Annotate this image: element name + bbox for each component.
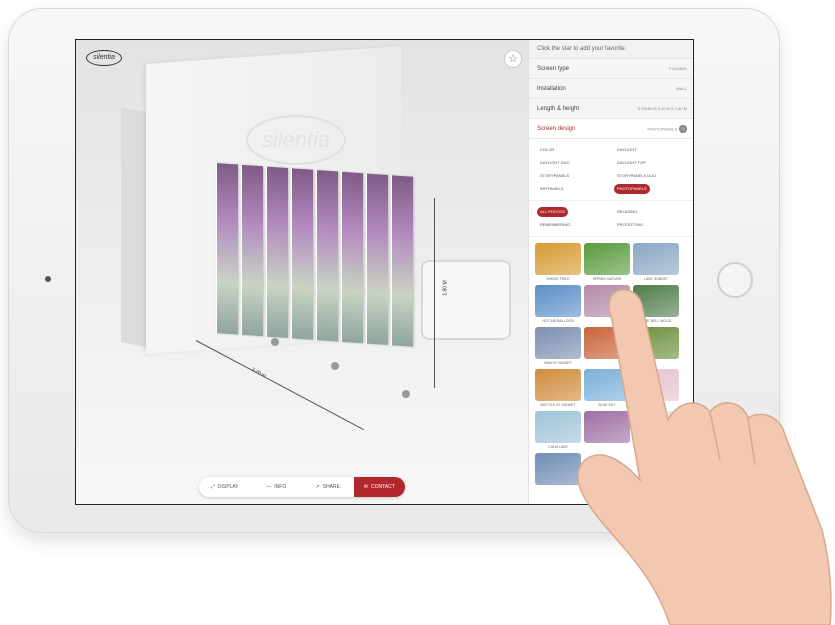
- share-icon: ↗: [315, 484, 320, 490]
- photo-thumbnail[interactable]: WHEAT FIELD: [535, 243, 581, 281]
- info-icon: —: [266, 484, 272, 490]
- expand-icon: ⤢: [210, 484, 215, 490]
- screen-panel: [241, 164, 263, 337]
- wall-logo: silentia: [246, 115, 346, 165]
- design-swatch-icon: [679, 124, 687, 133]
- design-option[interactable]: ARTPANELS: [537, 184, 610, 194]
- row-value: PHOTOPANELS: [647, 126, 677, 132]
- row-label: Screen design: [537, 125, 576, 132]
- filter-option-selected[interactable]: ALL PHOTOS: [537, 207, 568, 217]
- photo-image: [633, 243, 679, 275]
- screen-panel: [366, 173, 388, 346]
- contact-label: CONTACT: [370, 484, 395, 490]
- info-button[interactable]: — INFO: [251, 477, 303, 497]
- screen-panel: [391, 175, 413, 347]
- 3d-viewport[interactable]: silentia ☆ silentia 3.20 m 1.80 M ⤢ DISP…: [76, 40, 528, 504]
- wall-side: [121, 107, 149, 348]
- length-height-row[interactable]: Length & height 6 PANELS 3.20 M X 1.80 M: [529, 99, 693, 119]
- panel-foot: [331, 362, 339, 370]
- design-option[interactable]: STORYPANELS DUO: [614, 171, 687, 181]
- photo-image: [584, 243, 630, 275]
- row-value: 6 PANELS 3.20 M X 1.80 M: [637, 106, 687, 111]
- width-dimension-label: 3.20 m: [250, 366, 267, 380]
- panel-foot: [271, 338, 279, 346]
- design-option[interactable]: DAYLIGHT TOP: [614, 158, 687, 168]
- design-option[interactable]: COLOR: [537, 145, 610, 155]
- height-dimension-line: [434, 198, 435, 388]
- favorite-star-button[interactable]: ☆: [504, 50, 522, 68]
- display-label: DISPLAY: [217, 484, 239, 490]
- design-option[interactable]: DAYLIGHT DUO: [537, 158, 610, 168]
- panel-foot: [402, 390, 410, 398]
- photo-filters: ALL PHOTOS RELAXING REMEMBERING PROTECTI…: [529, 201, 693, 237]
- screen-panel: [216, 163, 238, 335]
- screen-panel: [316, 170, 338, 342]
- screen-panel: [291, 168, 313, 340]
- bottom-toolbar: ⤢ DISPLAY — INFO ↗ SHARE ✉ CONTACT: [199, 477, 405, 497]
- share-button[interactable]: ↗ SHARE: [302, 477, 354, 497]
- pointing-hand: [577, 289, 832, 625]
- filter-option[interactable]: REMEMBERING: [537, 220, 610, 230]
- row-label: Length & height: [537, 105, 580, 112]
- row-label: Screen type: [537, 65, 570, 72]
- screen-panel: [266, 166, 288, 339]
- screen-design-row[interactable]: Screen design PHOTOPANELS: [529, 119, 693, 139]
- design-option[interactable]: DAYLIGHT: [614, 145, 687, 155]
- filter-option[interactable]: RELAXING: [614, 207, 687, 217]
- height-dimension-label: 1.80 M: [442, 280, 449, 296]
- share-label: SHARE: [322, 484, 340, 490]
- design-options: COLOR DAYLIGHT DAYLIGHT DUO DAYLIGHT TOP…: [529, 139, 693, 201]
- installation-row[interactable]: Installation WALL: [529, 79, 693, 99]
- display-button[interactable]: ⤢ DISPLAY: [199, 477, 251, 497]
- screen-type-row[interactable]: Screen type FOLDING: [529, 59, 693, 79]
- contact-button[interactable]: ✉ CONTACT: [353, 477, 405, 497]
- width-dimension-line: [195, 340, 364, 431]
- design-option[interactable]: STORYPANELS: [537, 171, 610, 181]
- favorite-hint: Click the star to add your favorite.: [529, 40, 693, 59]
- photo-thumbnail[interactable]: LAKE SUNSET: [633, 243, 679, 281]
- row-value: FOLDING: [669, 66, 687, 71]
- row-value: WALL: [676, 86, 687, 91]
- front-camera: [45, 276, 51, 282]
- mail-icon: ✉: [363, 484, 368, 490]
- photo-thumbnail[interactable]: SPRING NATURE: [584, 243, 630, 281]
- screen-panels[interactable]: [216, 163, 416, 347]
- silentia-logo: silentia: [86, 50, 122, 66]
- design-option-selected[interactable]: PHOTOPANELS: [614, 184, 650, 194]
- row-label: Installation: [537, 85, 566, 92]
- info-label: INFO: [274, 484, 287, 490]
- screen-panel: [341, 171, 363, 344]
- filter-option[interactable]: PROTECTING: [614, 220, 687, 230]
- photo-image: [535, 243, 581, 275]
- stage: silentia ☆ silentia 3.20 m 1.80 M ⤢ DISP…: [0, 0, 835, 625]
